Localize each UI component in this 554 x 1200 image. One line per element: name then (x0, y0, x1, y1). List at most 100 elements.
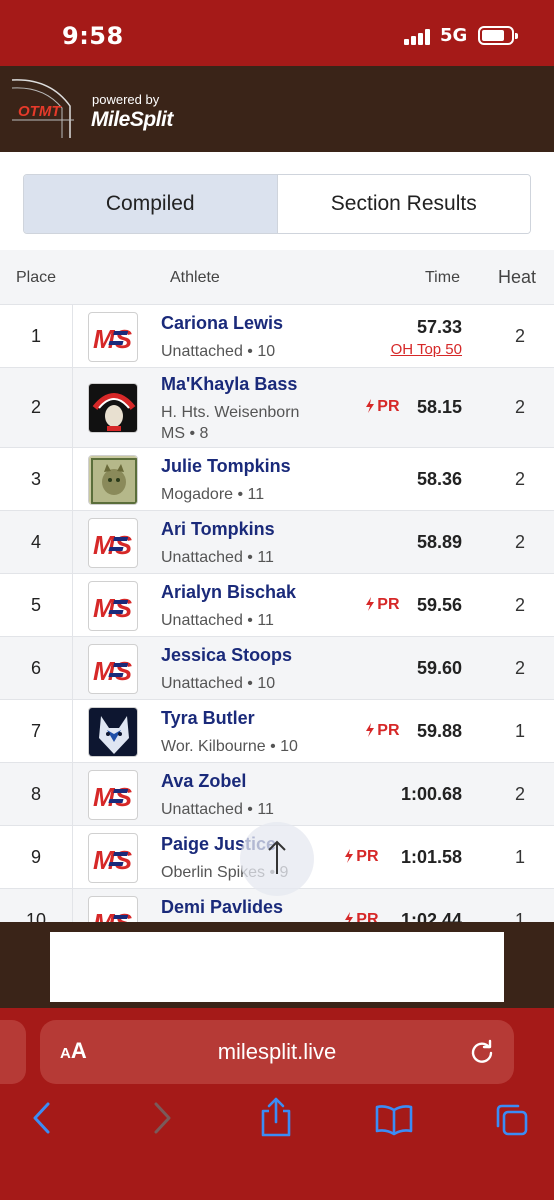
header-time: Time (425, 269, 460, 286)
table-row[interactable]: 4 MS Ari Tompkins Unattached • 11 58.89 2 (0, 511, 554, 574)
ms-logo[interactable]: MS (88, 644, 138, 694)
header-place: Place (16, 269, 57, 286)
table-row[interactable]: 1 MS Cariona Lewis Unattached • 10 57.33 OH T… (0, 305, 554, 368)
heat-cell: 2 (514, 532, 525, 552)
place-cell: 8 (30, 784, 41, 804)
svg-text:MS: MS (93, 782, 133, 812)
forward-icon[interactable] (150, 1100, 174, 1136)
athlete-name[interactable]: Ava Zobel (161, 771, 246, 792)
arrow-up-icon (268, 840, 286, 874)
table-row[interactable]: 8 MS Ava Zobel Unattached • 11 1:00.68 2 (0, 763, 554, 826)
place-cell: 3 (30, 469, 41, 489)
result-time: 58.36 (416, 469, 462, 489)
pr-badge: PR (365, 596, 400, 614)
athlete-team: Unattached • 11 (161, 612, 274, 629)
status-bar: 9:58 5G (0, 0, 554, 66)
place-cell: 10 (25, 910, 47, 922)
ad-banner-area (0, 922, 554, 1008)
results-tabs: Compiled Section Results (23, 174, 531, 234)
pr-badge: PR (344, 911, 379, 922)
milesplit-brand[interactable]: MileSplit (91, 108, 173, 132)
athlete-name[interactable]: Ma'Khayla Bass (161, 374, 297, 395)
result-time: 1:02.44 (400, 910, 462, 922)
athlete-name[interactable]: Cariona Lewis (161, 313, 283, 334)
place-cell: 7 (30, 721, 41, 741)
athlete-team: Mogadore • 11 (161, 486, 265, 503)
battery-icon (478, 26, 518, 45)
address-bar[interactable]: AA milesplit.live (40, 1020, 514, 1084)
table-row[interactable]: 7 Tyra Butler Wor. Kilbourne • 10 59.88 PR 1 (0, 700, 554, 763)
ms-logo[interactable]: MS (88, 833, 138, 883)
place-cell: 5 (30, 595, 41, 615)
athlete-name[interactable]: Arialyn Bischak (161, 582, 296, 603)
ms-logo[interactable]: MS (88, 770, 138, 820)
tabs-icon[interactable] (494, 1102, 530, 1138)
pr-badge: PR (365, 722, 400, 740)
svg-text:MS: MS (93, 845, 133, 875)
share-icon[interactable] (258, 1096, 294, 1138)
url-text: milesplit.live (217, 1039, 337, 1064)
lightning-icon (366, 723, 375, 737)
ad-banner[interactable] (50, 932, 504, 1002)
svg-text:OTMT: OTMT (18, 103, 62, 120)
place-cell: 2 (30, 397, 41, 417)
athlete-team: Unattached • 11 (161, 801, 274, 818)
athlete-team: Unattached • 11 (161, 549, 274, 566)
table-row[interactable]: 3 Julie Tompkins Mogadore • 11 58.36 2 (0, 448, 554, 511)
lightning-icon (366, 597, 375, 611)
wolf-logo[interactable] (88, 707, 138, 757)
ms-logo[interactable]: MS (88, 581, 138, 631)
place-cell: 4 (30, 532, 41, 552)
athlete-name[interactable]: Tyra Butler (161, 708, 255, 729)
svg-text:MS: MS (93, 656, 133, 686)
powered-by-label: powered by (92, 92, 160, 107)
result-time: 59.60 (416, 658, 462, 678)
heat-cell: 1 (514, 721, 525, 741)
otmt-logo[interactable]: OTMT (10, 76, 76, 140)
table-row[interactable]: 2 Ma'Khayla Bass H. Hts. Weisenborn MS • 8… (0, 368, 554, 448)
header-heat: Heat (498, 267, 537, 287)
table-header: Place Athlete Time Heat (0, 250, 554, 305)
heat-cell: 2 (514, 784, 525, 804)
wildcats-logo[interactable] (88, 455, 138, 505)
tab-compiled[interactable]: Compiled (24, 175, 278, 233)
tab-section-results[interactable]: Section Results (277, 175, 530, 233)
previous-tab[interactable] (0, 1020, 26, 1084)
reload-icon[interactable] (468, 1038, 496, 1066)
athlete-team: Wor. Kilbourne • 10 (161, 738, 298, 755)
result-time: 59.88 (416, 721, 462, 741)
table-row[interactable]: 6 MS Jessica Stoops Unattached • 10 59.60 2 (0, 637, 554, 700)
signal-icon (404, 29, 434, 45)
svg-text:MS: MS (93, 530, 133, 560)
heat-cell: 2 (514, 326, 525, 346)
athlete-name[interactable]: Demi Pavlides (161, 897, 283, 918)
result-time: 1:01.58 (400, 847, 462, 867)
ms-logo[interactable]: MS (88, 312, 138, 362)
indian-head-logo[interactable] (88, 383, 138, 433)
bookmarks-icon[interactable] (374, 1104, 414, 1136)
ms-logo[interactable]: MS (88, 896, 138, 922)
pr-badge: PR (344, 848, 379, 866)
athlete-name[interactable]: Ari Tompkins (161, 519, 275, 540)
athlete-team: Unattached • 10 (161, 675, 276, 692)
site-header: OTMT powered by MileSplit (0, 66, 554, 152)
heat-cell: 1 (514, 847, 525, 867)
heat-cell: 2 (514, 595, 525, 615)
lightning-icon (366, 399, 375, 413)
athlete-name[interactable]: Julie Tompkins (161, 456, 291, 477)
place-cell: 9 (30, 847, 41, 867)
result-time: 1:00.68 (400, 784, 462, 804)
scroll-to-top-button[interactable] (240, 822, 314, 896)
heat-cell: 2 (514, 658, 525, 678)
back-icon[interactable] (30, 1100, 54, 1136)
pr-badge: PR (365, 398, 400, 416)
status-time: 9:58 (62, 22, 124, 50)
place-cell: 1 (30, 326, 41, 346)
ranking-link[interactable]: OH Top 50 (391, 341, 462, 358)
heat-cell: 1 (514, 910, 525, 922)
table-row[interactable]: 5 MS Arialyn Bischak Unattached • 11 59.56 PR… (0, 574, 554, 637)
result-time: 57.33 (416, 317, 462, 337)
athlete-team: H. Hts. Weisenborn MS • 8 (161, 404, 300, 442)
athlete-name[interactable]: Jessica Stoops (161, 645, 292, 666)
ms-logo[interactable]: MS (88, 518, 138, 568)
